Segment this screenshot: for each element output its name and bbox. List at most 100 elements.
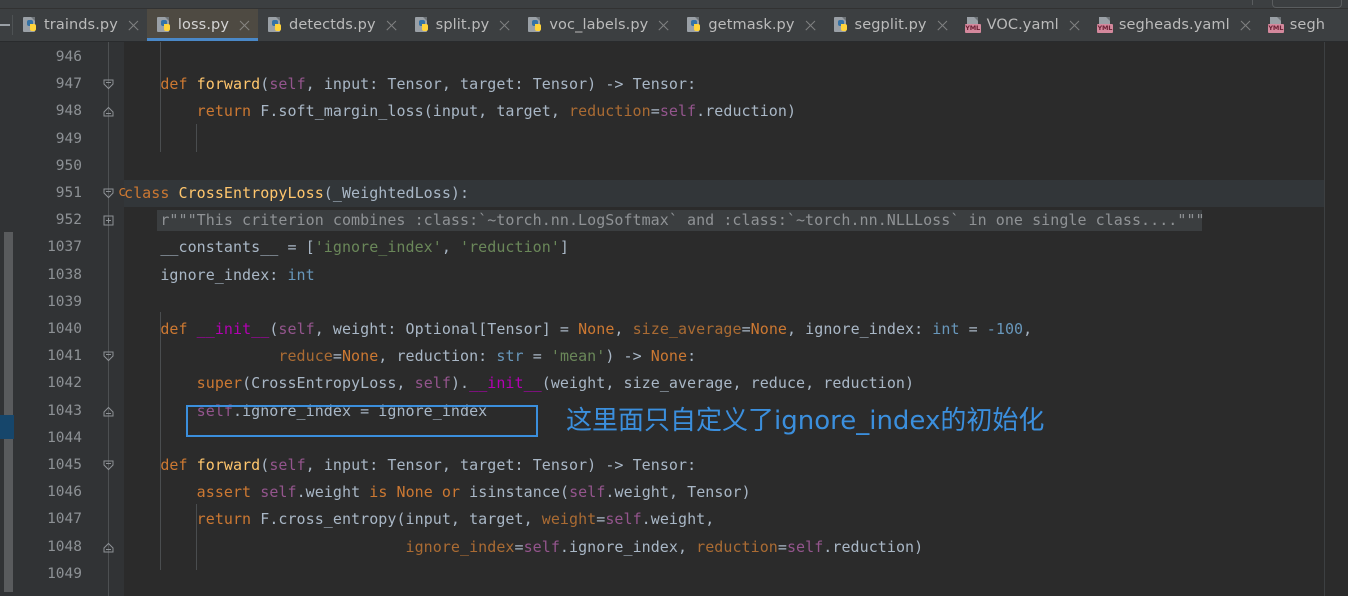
tab-label: trainds.py — [44, 17, 118, 33]
tab-label: segplit.py — [854, 17, 927, 33]
line-number: 951 — [55, 185, 82, 201]
yaml-badge: YML — [964, 24, 981, 33]
python-file-icon — [22, 17, 38, 33]
python-file-icon — [267, 17, 283, 33]
tab-label: detectds.py — [289, 17, 376, 33]
indent-guide — [160, 42, 161, 152]
code-fold-toggle-icon[interactable] — [102, 105, 115, 118]
line-number: 1044 — [47, 429, 82, 446]
yaml-badge: YML — [1267, 24, 1284, 33]
line-number: 947 — [55, 76, 82, 93]
code-fold-toggle-icon[interactable] — [102, 459, 115, 472]
left-scrollbar-thumb[interactable] — [4, 232, 13, 592]
line-number: 1048 — [47, 538, 82, 555]
code-line[interactable]: class CrossEntropyLoss(_WeightedLoss): — [124, 180, 469, 207]
window-title-strip — [0, 0, 1348, 9]
code-editor[interactable]: 946 947 948 949 950 951 952 1037 1038 1039 1040 104… — [0, 42, 1348, 596]
code-fold-toggle-icon[interactable] — [102, 541, 115, 554]
line-number: 1043 — [47, 402, 82, 419]
line-number: 946 — [55, 49, 82, 65]
line-number: 1041 — [47, 348, 82, 365]
tab-detectds-py[interactable]: detectds.py — [258, 9, 405, 41]
close-icon[interactable] — [238, 19, 251, 32]
code-content-area[interactable]: def forward(self, input: Tensor, target:… — [124, 42, 1324, 596]
line-number: 948 — [55, 103, 82, 120]
python-file-icon — [833, 17, 849, 33]
annotation-text: 这里面只自定义了ignore_index的初始化 — [566, 406, 1045, 436]
tab-voc-labels-py[interactable]: voc_labels.py — [518, 9, 678, 41]
code-line[interactable]: ignore_index=self.ignore_index, reductio… — [124, 534, 924, 561]
line-number: 952 — [55, 212, 82, 229]
line-number: 1046 — [47, 484, 82, 501]
python-file-icon — [527, 17, 543, 33]
code-line[interactable]: assert self.weight is None or isinstance… — [124, 479, 751, 506]
window-strip-pill — [1272, 0, 1342, 8]
tab-trainds-py[interactable]: trainds.py — [13, 9, 147, 41]
code-fold-toggle-icon[interactable] — [102, 187, 115, 200]
indent-guide — [196, 124, 197, 152]
line-number: 1040 — [47, 321, 82, 337]
yaml-file-icon: YML — [1096, 17, 1113, 33]
python-file-icon — [414, 17, 430, 33]
tab-loss-py[interactable]: loss.py — [146, 9, 259, 41]
editor-tab-bar[interactable]: trainds.py loss.py detectds.py split.py … — [0, 9, 1348, 42]
code-line[interactable]: __constants__ = ['ignore_index', 'reduct… — [124, 234, 569, 261]
fold-class-hint: c — [118, 184, 127, 200]
line-number: 950 — [55, 157, 82, 174]
tab-getmask-py[interactable]: getmask.py — [677, 9, 824, 41]
close-icon[interactable] — [1239, 19, 1252, 32]
indent-guide — [160, 312, 161, 570]
left-scrollbar-track[interactable] — [0, 42, 14, 596]
current-line-marker — [0, 415, 14, 439]
tab-label: VOC.yaml — [986, 17, 1059, 33]
line-number: 1045 — [47, 457, 82, 473]
code-line[interactable]: reduce=None, reduction: str = 'mean') ->… — [124, 343, 696, 370]
code-line[interactable]: def forward(self, input: Tensor, target:… — [124, 71, 696, 98]
code-line[interactable]: super(CrossEntropyLoss, self).__init__(w… — [124, 370, 914, 397]
yaml-file-icon: YML — [1267, 17, 1284, 33]
tab-bar-left-handle — [0, 9, 12, 41]
close-icon[interactable] — [498, 19, 511, 32]
code-line[interactable]: return F.cross_entropy(input, target, we… — [124, 506, 715, 533]
annotation-highlight-box — [186, 405, 538, 437]
yaml-file-icon: YML — [964, 17, 981, 33]
line-number: 1042 — [47, 375, 82, 392]
code-line[interactable]: def forward(self, input: Tensor, target:… — [124, 452, 696, 479]
code-fold-toggle-icon[interactable] — [102, 350, 115, 363]
tab-label: split.py — [435, 17, 490, 33]
code-fold-toggle-icon[interactable] — [102, 78, 115, 91]
python-file-icon — [686, 17, 702, 33]
tab-split-py[interactable]: split.py — [404, 9, 519, 41]
code-line[interactable]: return F.soft_margin_loss(input, target,… — [124, 98, 796, 125]
yaml-badge: YML — [1096, 24, 1113, 33]
code-fold-toggle-icon[interactable] — [102, 214, 115, 227]
close-icon[interactable] — [127, 19, 140, 32]
line-number: 1039 — [47, 293, 82, 310]
code-fold-toggle-icon[interactable] — [102, 405, 115, 418]
window-strip-tick — [1252, 0, 1253, 5]
close-icon[interactable] — [385, 19, 398, 32]
fold-rail — [108, 42, 109, 596]
line-number: 1038 — [47, 266, 82, 283]
indent-guide — [196, 504, 197, 570]
close-icon[interactable] — [657, 19, 670, 32]
line-number: 1047 — [47, 511, 82, 528]
right-scrollbar-track[interactable] — [1324, 42, 1348, 596]
line-number: 949 — [55, 130, 82, 147]
tab-label: getmask.py — [708, 17, 795, 33]
tab-segplit-py[interactable]: segplit.py — [823, 9, 956, 41]
close-icon[interactable] — [804, 19, 817, 32]
line-number: 1037 — [47, 239, 82, 256]
code-line[interactable]: r"""This criterion combines :class:`~tor… — [124, 207, 1205, 234]
close-icon[interactable] — [1068, 19, 1081, 32]
code-line[interactable]: ignore_index: int — [124, 262, 315, 289]
tab-segheads-yaml-overflow[interactable]: YML segh — [1258, 9, 1333, 41]
python-file-icon — [156, 17, 172, 33]
tab-label: segh — [1289, 17, 1326, 33]
close-icon[interactable] — [936, 19, 949, 32]
tab-label: voc_labels.py — [549, 17, 649, 33]
tab-label: loss.py — [177, 17, 230, 33]
code-line[interactable]: def __init__(self, weight: Optional[Tens… — [124, 316, 1032, 343]
tab-voc-yaml[interactable]: YML VOC.yaml — [955, 9, 1088, 41]
tab-segheads-yaml[interactable]: YML segheads.yaml — [1087, 9, 1259, 41]
